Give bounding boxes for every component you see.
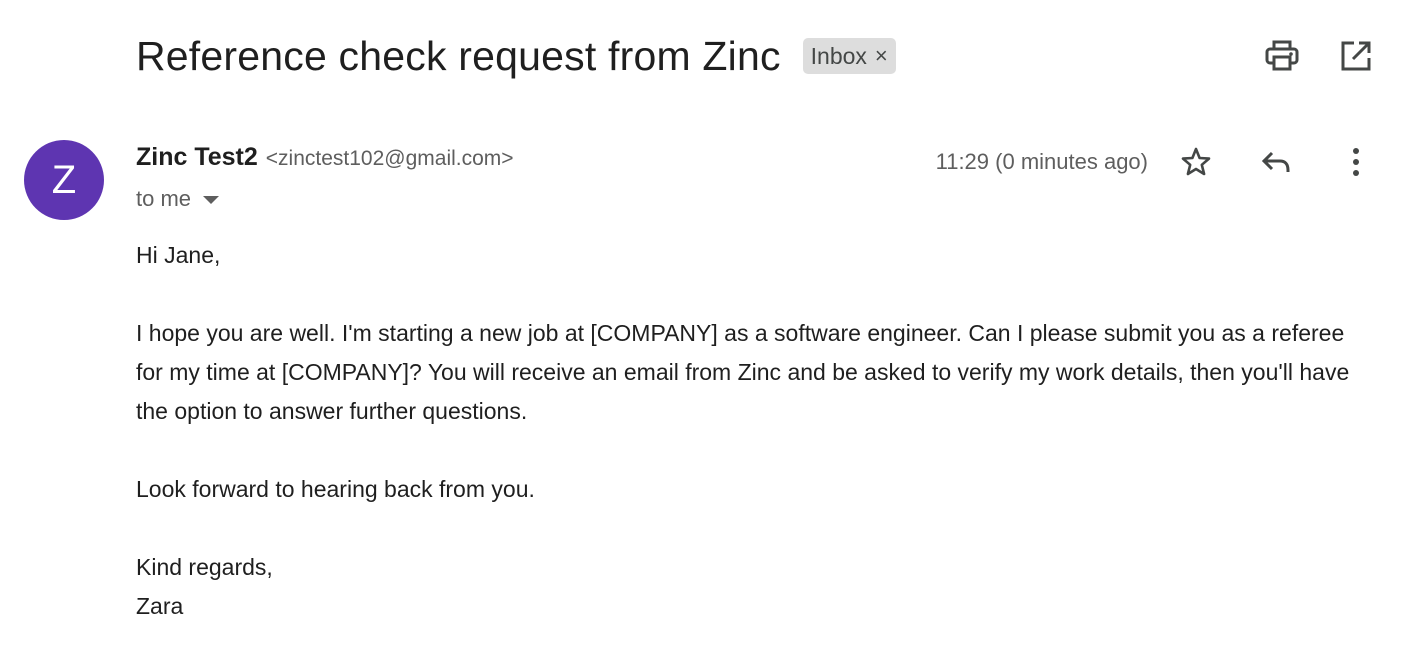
message-body: Hi Jane, I hope you are well. I'm starti…	[136, 236, 1376, 626]
email-subject: Reference check request from Zinc	[136, 33, 781, 79]
sender-avatar[interactable]: Z	[24, 140, 104, 220]
body-greeting: Hi Jane,	[136, 242, 221, 268]
reply-icon[interactable]	[1258, 144, 1294, 180]
sender-row: Zinc Test2 <zinctest102@gmail.com>	[136, 143, 514, 172]
message-meta: 11:29 (0 minutes ago)	[936, 144, 1374, 180]
body-closing-line: Look forward to hearing back from you.	[136, 476, 535, 502]
body-signature: Zara	[136, 593, 184, 619]
email-view: Reference check request from Zinc Inbox …	[0, 0, 1408, 656]
body-paragraph: I hope you are well. I'm starting a new …	[136, 320, 1350, 424]
message-timestamp: 11:29 (0 minutes ago)	[935, 149, 1148, 174]
thread-actions	[1264, 38, 1374, 74]
sender-email: <zinctest102@gmail.com>	[265, 147, 514, 170]
avatar-letter: Z	[51, 157, 77, 202]
message-actions	[1178, 144, 1374, 180]
recipient-label: to me	[136, 186, 192, 211]
recipient-details-toggle[interactable]: to me	[136, 186, 220, 212]
star-icon[interactable]	[1178, 144, 1214, 180]
open-in-new-window-icon[interactable]	[1338, 38, 1374, 74]
subject-row: Reference check request from Zinc Inbox …	[136, 30, 896, 82]
chevron-down-icon[interactable]	[203, 196, 220, 204]
sender-name[interactable]: Zinc Test2	[136, 143, 258, 172]
label-text: Inbox	[810, 42, 867, 69]
remove-label-button[interactable]: ×	[875, 43, 888, 69]
body-signoff: Kind regards,	[136, 554, 273, 580]
inbox-label-chip[interactable]: Inbox ×	[802, 38, 896, 74]
print-icon[interactable]	[1264, 38, 1300, 74]
more-vert-icon[interactable]	[1338, 144, 1374, 180]
